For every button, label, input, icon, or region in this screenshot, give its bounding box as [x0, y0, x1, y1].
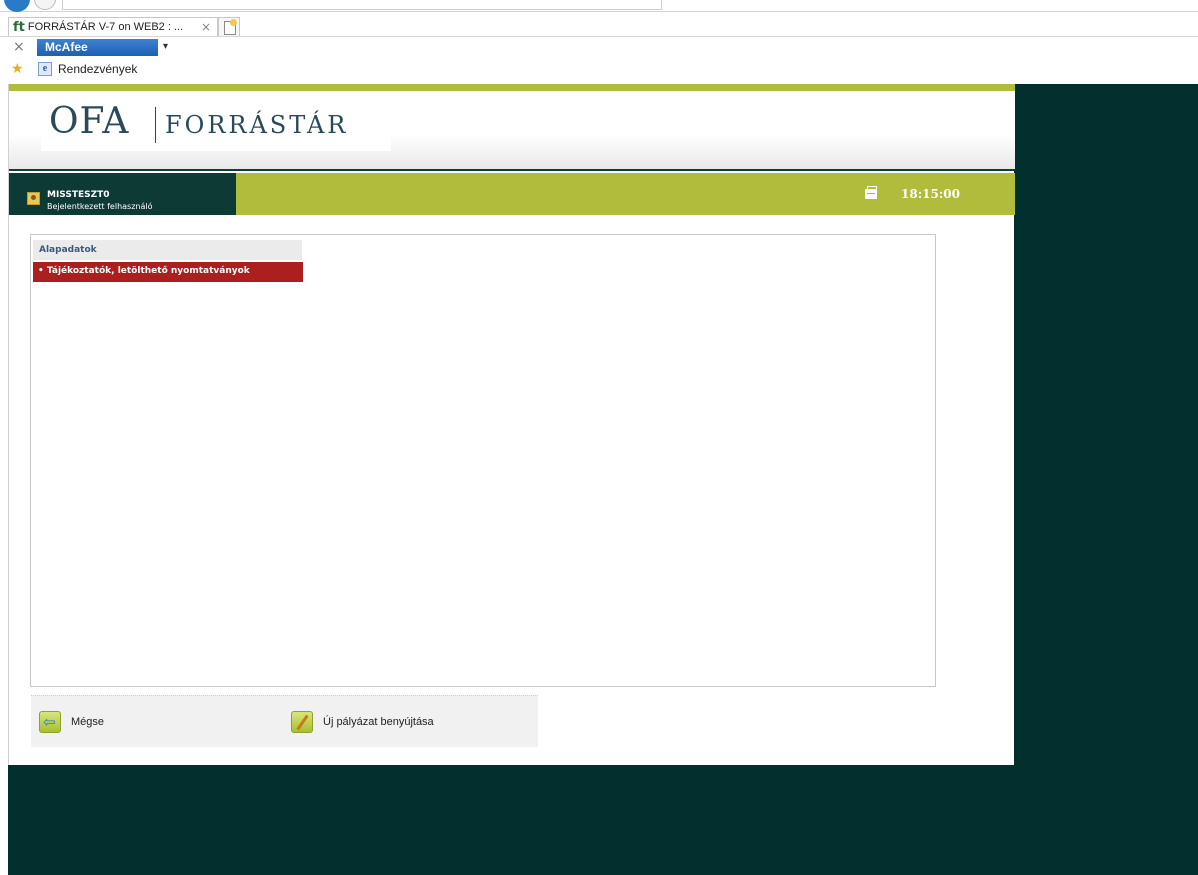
back-button[interactable]	[4, 0, 30, 12]
address-input[interactable]	[62, 0, 662, 10]
content-panel: Alapadatok • Tájékoztatók, letölthető ny…	[30, 234, 936, 687]
logo-divider	[155, 107, 156, 143]
menu-item-label: • Tájékoztatók, letölthető nyomtatványok	[38, 266, 250, 276]
browser-tab[interactable]: ft FORRÁSTÁR V-7 on WEB2 : ... ×	[8, 17, 218, 36]
new-tab-button[interactable]	[218, 17, 240, 36]
section-header: Alapadatok	[33, 240, 302, 260]
site-header: OFA FORRÁSTÁR	[9, 91, 1015, 171]
ofa-logo: OFA FORRÁSTÁR	[41, 97, 391, 151]
back-arrow-icon	[39, 711, 61, 733]
browser-chrome: ft FORRÁSTÁR V-7 on WEB2 : ... × × McAfe…	[0, 0, 1198, 84]
menu-item-tajekoztatok[interactable]: • Tájékoztatók, letölthető nyomtatványok	[33, 262, 303, 282]
user-name: MISSTESZT0	[47, 190, 110, 200]
new-application-button-label: Új pályázat benyújtása	[323, 716, 434, 728]
cancel-button-label: Mégse	[71, 716, 105, 728]
action-bar: Mégse Új pályázat benyújtása	[31, 695, 538, 747]
mcafee-dropdown-icon[interactable]: ▾	[163, 41, 168, 52]
app-container: OFA FORRÁSTÁR MISSTESZT0 Bejelentkezett …	[8, 84, 1015, 765]
ie-page-icon: e	[38, 62, 52, 76]
tab-title: FORRÁSTÁR V-7 on WEB2 : ...	[27, 21, 184, 33]
favorites-star-icon[interactable]: ★	[11, 61, 24, 77]
tab-close-icon[interactable]: ×	[201, 20, 211, 34]
top-accent-line	[9, 84, 1015, 91]
printer-icon[interactable]	[865, 186, 877, 199]
tab-favicon-icon: ft	[13, 19, 25, 35]
user-bar: MISSTESZT0 Bejelentkezett felhasználó 18…	[9, 173, 1015, 215]
mcafee-label: McAfee	[45, 40, 88, 54]
favorites-bar: ★ e Rendezvények	[0, 58, 1198, 82]
section-title: Alapadatok	[39, 245, 97, 255]
logo-mark: OFA	[49, 101, 130, 142]
logo-name: FORRÁSTÁR	[165, 111, 349, 139]
address-bar-strip	[0, 0, 1198, 12]
cancel-button[interactable]: Mégse	[39, 711, 104, 733]
user-block: MISSTESZT0 Bejelentkezett felhasználó	[9, 173, 236, 215]
new-application-button[interactable]: Új pályázat benyújtása	[291, 711, 434, 733]
toolbar-row: × McAfee ▾	[0, 36, 1198, 58]
forward-button[interactable]	[34, 0, 56, 10]
pencil-icon	[291, 711, 313, 733]
user-role: Bejelentkezett felhasználó	[47, 202, 153, 211]
user-icon	[27, 192, 40, 205]
clock: 18:15:00	[901, 187, 960, 201]
mcafee-button[interactable]: McAfee	[37, 39, 158, 56]
favorites-item-rendezvenyek[interactable]: Rendezvények	[58, 62, 137, 76]
toolbar-close-icon[interactable]: ×	[13, 39, 25, 55]
